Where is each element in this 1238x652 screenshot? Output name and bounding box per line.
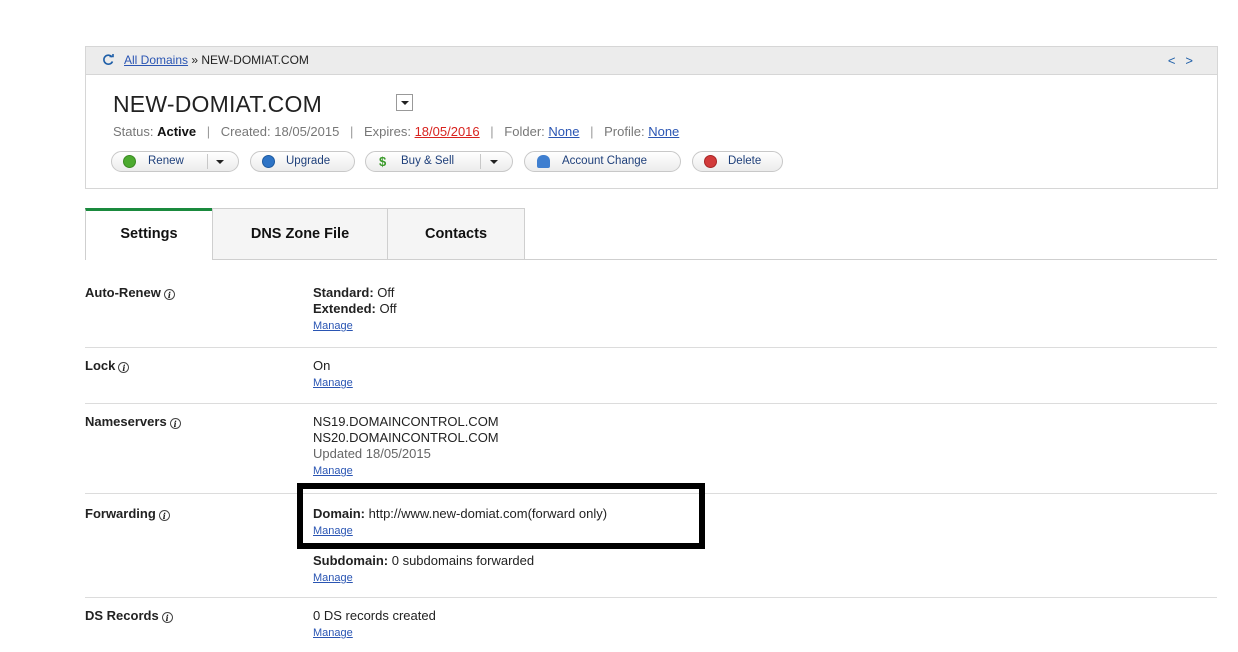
breadcrumb-separator: » <box>188 53 202 67</box>
tab-settings[interactable]: Settings <box>85 208 213 260</box>
account-change-button[interactable]: Account Change <box>524 151 681 172</box>
buy-sell-label: Buy & Sell <box>401 155 455 167</box>
info-icon[interactable]: i <box>118 362 130 373</box>
account-change-label: Account Change <box>562 155 648 167</box>
setting-value: NS19.DOMAINCONTROL.COM NS20.DOMAINCONTRO… <box>313 414 499 479</box>
tab-baseline <box>524 259 1217 260</box>
status-label: Status: <box>113 124 154 139</box>
profile-label: Profile: <box>604 124 645 139</box>
setting-row-ds-records: DS Records i 0 DS records created Manage <box>85 608 1217 648</box>
expires-label: Expires: <box>363 124 411 139</box>
info-icon[interactable]: i <box>169 418 181 429</box>
setting-row-lock: Lock i On Manage <box>85 358 1217 404</box>
upgrade-button[interactable]: Upgrade <box>250 151 355 172</box>
setting-label: Auto-Renew i <box>85 285 175 300</box>
expires-link[interactable]: 18/05/2016 <box>415 124 480 139</box>
renew-options-caret-icon[interactable] <box>216 160 224 164</box>
manage-link[interactable]: Manage <box>313 375 353 391</box>
setting-value: Domain: http://www.new-domiat.com(forwar… <box>313 506 608 586</box>
folder-link[interactable]: None <box>548 124 579 139</box>
manage-link[interactable]: Manage <box>313 570 353 586</box>
separator: | <box>206 124 211 139</box>
breadcrumb-current: NEW-DOMIAT.COM <box>201 53 309 67</box>
user-icon <box>537 155 550 168</box>
prev-domain-button[interactable]: < <box>1168 53 1186 68</box>
dollar-icon: $ <box>379 154 387 169</box>
manage-link[interactable]: Manage <box>313 523 353 539</box>
domain-header-panel: All Domains » NEW-DOMIAT.COM <> NEW-DOMI… <box>85 46 1218 189</box>
renew-button[interactable]: Renew <box>111 151 239 172</box>
created-value: 18/05/2015 <box>274 124 340 139</box>
manage-link[interactable]: Manage <box>313 463 353 479</box>
breadcrumb-trail: All Domains » NEW-DOMIAT.COM <box>124 47 309 74</box>
renew-label: Renew <box>148 155 184 167</box>
upgrade-arrow-icon <box>262 155 275 168</box>
setting-row-auto-renew: Auto-Renew i Standard: Off Extended: Off … <box>85 285 1217 348</box>
separator: | <box>590 124 594 139</box>
domain-status-line: Status: Active | Created: 18/05/2015 | E… <box>113 124 679 139</box>
setting-value: 0 DS records created Manage <box>313 608 436 641</box>
tab-contacts[interactable]: Contacts <box>387 208 525 260</box>
info-icon[interactable]: i <box>161 612 173 623</box>
tab-dns-zone-file[interactable]: DNS Zone File <box>212 208 388 260</box>
breadcrumb: All Domains » NEW-DOMIAT.COM <> <box>86 47 1217 75</box>
delete-button[interactable]: Delete <box>692 151 783 172</box>
all-domains-link[interactable]: All Domains <box>124 53 188 67</box>
setting-row-forwarding: Forwarding i Domain: http://www.new-domia… <box>85 506 1217 598</box>
separator: | <box>490 124 494 139</box>
setting-row-nameservers: Nameservers i NS19.DOMAINCONTROL.COM NS20… <box>85 414 1217 494</box>
buy-sell-button[interactable]: $ Buy & Sell <box>365 151 513 172</box>
created-label: Created: <box>220 124 271 139</box>
domain-nav: <> <box>1168 47 1203 74</box>
refresh-icon[interactable] <box>102 54 114 66</box>
manage-link[interactable]: Manage <box>313 625 353 641</box>
separator: | <box>349 124 354 139</box>
setting-label: Forwarding i <box>85 506 170 521</box>
setting-label: Lock i <box>85 358 130 373</box>
renew-plus-icon <box>123 155 136 168</box>
delete-label: Delete <box>728 155 762 167</box>
setting-label: DS Records i <box>85 608 173 623</box>
status-value: Active <box>157 124 197 139</box>
profile-link[interactable]: None <box>648 124 679 139</box>
delete-x-icon <box>704 155 717 168</box>
info-icon[interactable]: i <box>163 289 175 300</box>
upgrade-label: Upgrade <box>286 155 331 167</box>
folder-label: Folder: <box>504 124 545 139</box>
setting-value: On Manage <box>313 358 353 391</box>
setting-value: Standard: Off Extended: Off Manage <box>313 285 397 334</box>
domain-title: NEW-DOMIAT.COM <box>113 91 322 117</box>
manage-link[interactable]: Manage <box>313 318 353 334</box>
info-icon[interactable]: i <box>158 510 170 521</box>
buy-sell-options-caret-icon[interactable] <box>490 160 498 164</box>
domain-menu-dropdown[interactable] <box>396 94 413 111</box>
next-domain-button[interactable]: > <box>1185 53 1203 68</box>
setting-label: Nameservers i <box>85 414 181 429</box>
